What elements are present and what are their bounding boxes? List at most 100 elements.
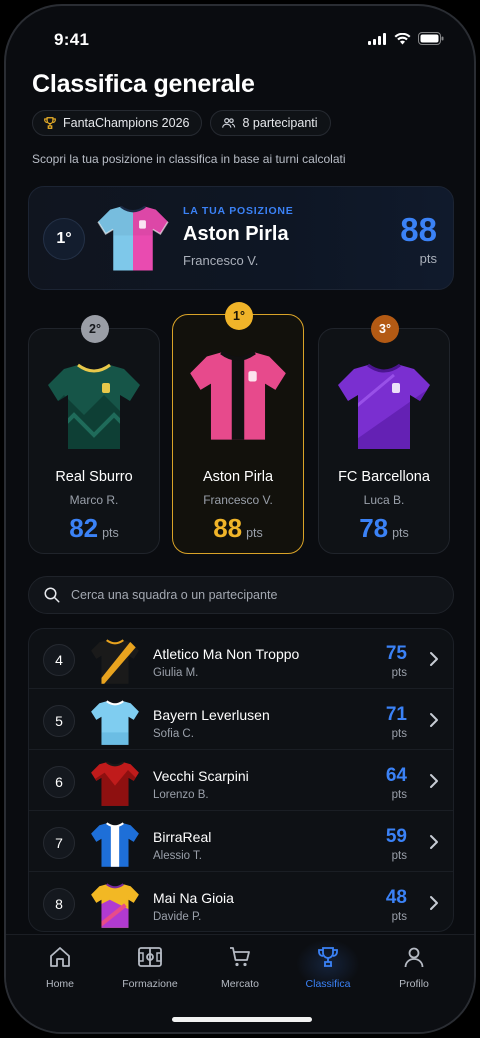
phone-frame: 9:41 Classifica generale FantaChampions … bbox=[4, 4, 476, 1034]
battery-icon bbox=[418, 32, 444, 45]
jersey-icon bbox=[338, 363, 430, 449]
row-points: 48 bbox=[385, 887, 407, 908]
jersey-icon bbox=[91, 761, 139, 806]
podium-owner-name: Marco R. bbox=[69, 493, 119, 507]
podium-card-2nd[interactable]: 2° Real Sburro Marco R. 82 pts bbox=[28, 315, 160, 554]
my-points: 88 bbox=[400, 211, 437, 248]
search-input[interactable] bbox=[71, 588, 431, 602]
jersey-icon bbox=[190, 350, 286, 440]
row-points: 64 bbox=[385, 765, 407, 786]
podium-owner-name: Francesco V. bbox=[203, 493, 273, 507]
chevron-right-icon bbox=[430, 774, 438, 788]
podium-points: 78 pts bbox=[319, 513, 449, 544]
league-name: FantaChampions 2026 bbox=[63, 116, 190, 130]
row-owner-name: Sofia C. bbox=[153, 728, 194, 740]
search-icon bbox=[44, 587, 60, 603]
signal-icon bbox=[368, 32, 386, 45]
status-time: 9:41 bbox=[54, 30, 90, 49]
home-indicator[interactable] bbox=[172, 1017, 312, 1022]
points-unit: pts bbox=[246, 526, 263, 540]
tab-label: Classifica bbox=[305, 978, 351, 990]
rank-badge: 1° bbox=[225, 302, 253, 330]
users-icon bbox=[222, 118, 236, 128]
row-team-name: Mai Na Gioia bbox=[153, 890, 234, 906]
podium-points: 88 pts bbox=[173, 513, 303, 544]
standings-row[interactable]: 8 Mai Na Gioia Davide P. 48 pts bbox=[29, 873, 453, 931]
wifi-icon bbox=[394, 32, 411, 44]
tab-bar: Home Formazione Mercato Classifica Profi… bbox=[6, 934, 474, 1032]
row-points-unit: pts bbox=[391, 850, 407, 862]
trophy-icon bbox=[318, 947, 338, 967]
rank-badge: 3° bbox=[371, 315, 399, 343]
pitch-icon bbox=[138, 947, 162, 967]
tab-label: Mercato bbox=[221, 978, 259, 990]
my-rank: 1° bbox=[43, 218, 85, 260]
chevron-right-icon bbox=[430, 652, 438, 666]
standings-row[interactable]: 5 Bayern Leverlusen Sofia C. 71 pts bbox=[29, 690, 453, 750]
row-points: 59 bbox=[385, 826, 407, 847]
standings-row[interactable]: 7 BirraReal Alessio T. 59 pts bbox=[29, 812, 453, 872]
podium-team-name: FC Barcellona bbox=[338, 469, 430, 485]
standings-row[interactable]: 4 Atletico Ma Non Troppo Giulia M. 75 pt… bbox=[29, 629, 453, 689]
podium-team-name: Real Sburro bbox=[55, 469, 133, 485]
tab-home[interactable]: Home bbox=[20, 945, 100, 990]
trophy-icon bbox=[44, 117, 56, 129]
home-icon bbox=[50, 947, 70, 967]
my-team-name: Aston Pirla bbox=[183, 223, 289, 245]
row-points: 71 bbox=[385, 704, 407, 725]
tab-label: Formazione bbox=[122, 978, 178, 990]
my-position-label: LA TUA POSIZIONE bbox=[183, 205, 294, 217]
league-chip[interactable]: FantaChampions 2026 bbox=[32, 110, 203, 136]
standings-row[interactable]: 6 Vecchi Scarpini Lorenzo B. 64 pts bbox=[29, 751, 453, 811]
row-points-unit: pts bbox=[391, 789, 407, 801]
standings-list: 4 Atletico Ma Non Troppo Giulia M. 7 5 pt… bbox=[28, 628, 454, 932]
row-team-name: Atletico Ma Non Troppo bbox=[153, 646, 300, 662]
row-owner-name: Giulia M. bbox=[153, 667, 199, 679]
page-subtitle: Scopri la tua posizione in classifica in… bbox=[32, 152, 346, 166]
points-value: 88 bbox=[213, 513, 243, 543]
rank-badge: 2° bbox=[81, 315, 109, 343]
chevron-right-icon bbox=[430, 896, 438, 910]
podium-card-1st[interactable]: 1° Aston Pirla Francesco V. 88 pts bbox=[172, 302, 304, 554]
participants-count: 8 partecipanti bbox=[242, 116, 318, 130]
jersey-icon bbox=[91, 700, 139, 745]
points-value: 82 bbox=[69, 513, 99, 543]
podium-owner-name: Luca B. bbox=[363, 493, 405, 507]
podium-card-3rd[interactable]: 3° FC Barcellona Luca B. 78 pts bbox=[318, 315, 450, 554]
cart-icon bbox=[230, 947, 250, 967]
tab-classifica[interactable]: Classifica bbox=[288, 939, 368, 990]
row-rank: 4 bbox=[43, 644, 75, 676]
league-chips: FantaChampions 2026 8 partecipanti bbox=[32, 110, 331, 136]
row-owner-name: Lorenzo B. bbox=[153, 789, 209, 801]
row-rank: 5 bbox=[43, 705, 75, 737]
jersey-icon bbox=[91, 883, 139, 928]
row-owner-name: Davide P. bbox=[153, 911, 202, 923]
jersey-icon bbox=[91, 639, 139, 684]
page-title: Classifica generale bbox=[32, 70, 255, 98]
search-bar[interactable] bbox=[28, 576, 454, 614]
jersey-icon bbox=[48, 363, 140, 449]
chevron-right-icon bbox=[430, 835, 438, 849]
row-team-name: Vecchi Scarpini bbox=[153, 768, 249, 784]
row-rank: 8 bbox=[43, 888, 75, 920]
row-rank: 7 bbox=[43, 827, 75, 859]
tab-mercato[interactable]: Mercato bbox=[200, 945, 280, 990]
chevron-right-icon bbox=[430, 713, 438, 727]
row-points-unit: pts bbox=[391, 911, 407, 923]
row-points-unit: pts bbox=[391, 667, 407, 679]
user-icon bbox=[404, 947, 424, 968]
points-unit: pts bbox=[102, 526, 119, 540]
my-position-card[interactable]: 1° LA TUA POSIZIONE Aston Pirla Francesc… bbox=[28, 186, 454, 290]
participants-chip[interactable]: 8 partecipanti bbox=[210, 110, 331, 136]
status-bar: 9:41 bbox=[6, 28, 474, 52]
podium-team-name: Aston Pirla bbox=[202, 469, 274, 485]
row-points-unit: pts bbox=[391, 728, 407, 740]
tab-formazione[interactable]: Formazione bbox=[110, 945, 190, 990]
my-owner-name: Francesco V. bbox=[183, 253, 259, 268]
row-team-name: BirraReal bbox=[153, 829, 212, 845]
podium-points: 82 pts bbox=[29, 513, 159, 544]
points-value: 78 bbox=[359, 513, 389, 543]
tab-profilo[interactable]: Profilo bbox=[374, 945, 454, 990]
my-points-unit: pts bbox=[419, 251, 437, 266]
row-rank: 6 bbox=[43, 766, 75, 798]
